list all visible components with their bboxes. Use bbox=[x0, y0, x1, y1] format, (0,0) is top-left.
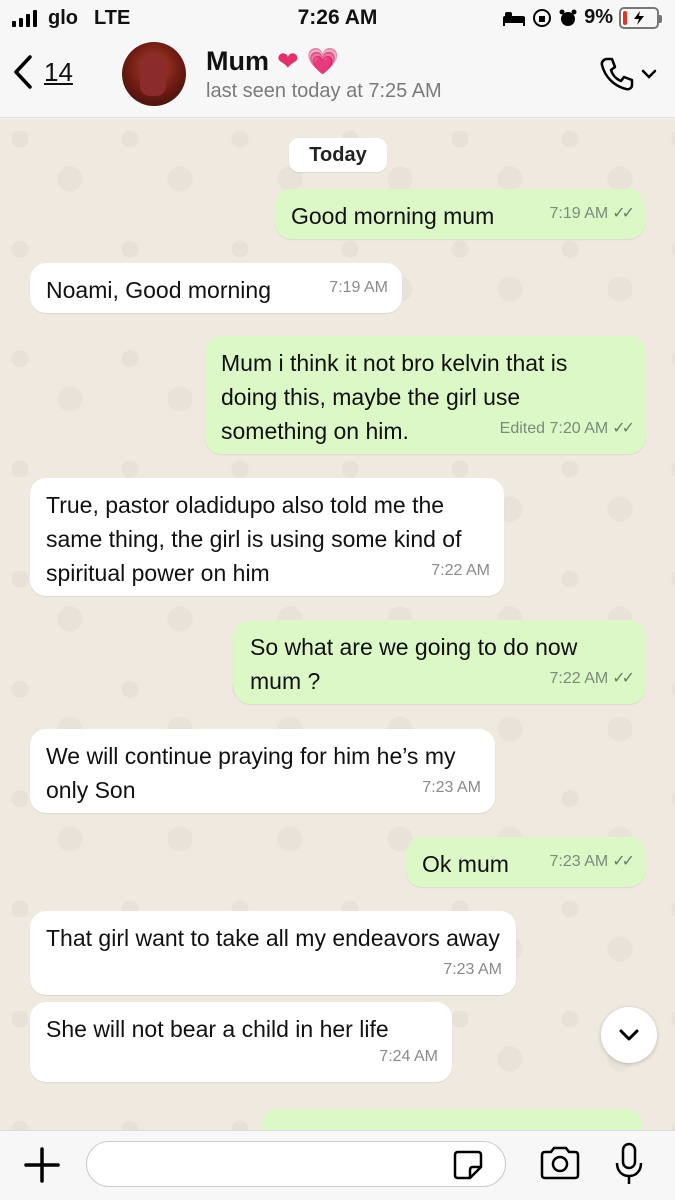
chevron-down-icon bbox=[619, 1029, 639, 1041]
message-time: 7:23 AM bbox=[443, 961, 502, 978]
scroll-down-button[interactable] bbox=[601, 1007, 657, 1063]
plus-icon bbox=[24, 1147, 60, 1183]
sticker-button[interactable] bbox=[452, 1149, 484, 1186]
message-text: True, pastor oladidupo also told me the … bbox=[46, 492, 462, 586]
message-text: So what are we going to do now mum ? bbox=[250, 634, 578, 694]
message-time: 7:19 AM bbox=[329, 279, 388, 296]
message-text: Ok mum bbox=[422, 851, 509, 877]
alarm-icon bbox=[559, 9, 577, 26]
message-bubble-outgoing[interactable]: Mum i think it not bro kelvin that is do… bbox=[205, 336, 645, 454]
message-time: 7:19 AM bbox=[549, 205, 609, 222]
read-receipt-icon: ✓✓ bbox=[612, 420, 635, 437]
message-time: 7:24 AM bbox=[379, 1048, 438, 1065]
message-meta: Edited 7:20 AM ✓✓ bbox=[499, 412, 635, 446]
message-meta: 7:23 AM ✓✓ bbox=[549, 845, 635, 879]
read-receipt-icon: ✓✓ bbox=[612, 853, 635, 870]
message-bubble-outgoing[interactable]: Good morning mum 7:19 AM ✓✓ bbox=[275, 189, 645, 239]
attach-button[interactable] bbox=[22, 1145, 62, 1190]
sparkling-heart-icon: 💗 bbox=[306, 46, 340, 76]
back-button[interactable]: 14 bbox=[12, 54, 73, 90]
message-time: 7:23 AM bbox=[549, 853, 609, 870]
chevron-left-icon bbox=[14, 55, 32, 89]
input-bar bbox=[0, 1130, 675, 1200]
call-button[interactable] bbox=[599, 56, 657, 92]
read-receipt-icon: ✓✓ bbox=[612, 670, 635, 687]
message-text: Noami, Good morning bbox=[46, 277, 271, 303]
message-time: 7:22 AM bbox=[549, 670, 609, 687]
chat-area[interactable]: Today Good morning mum 7:19 AM ✓✓ Noami, … bbox=[0, 119, 675, 1130]
camera-button[interactable] bbox=[538, 1145, 582, 1186]
message-bubble-incoming[interactable]: True, pastor oladidupo also told me the … bbox=[30, 478, 504, 596]
message-input[interactable] bbox=[86, 1141, 506, 1187]
microphone-icon bbox=[615, 1142, 643, 1184]
last-seen-status: last seen today at 7:25 AM bbox=[206, 80, 442, 102]
message-time: 7:23 AM bbox=[422, 779, 481, 796]
unread-count: 14 bbox=[44, 56, 73, 87]
status-icons: 9% bbox=[502, 6, 662, 29]
bed-icon bbox=[503, 11, 526, 26]
message-bubble-incoming[interactable]: That girl want to take all my endeavors … bbox=[30, 911, 516, 995]
message-bubble-incoming[interactable]: We will continue praying for him he’s my… bbox=[30, 729, 495, 813]
contact-name: Mum bbox=[206, 46, 269, 76]
phone-icon bbox=[600, 57, 634, 91]
sticker-icon bbox=[453, 1150, 483, 1180]
message-bubble-incoming[interactable]: She will not bear a child in her life 7:… bbox=[30, 1002, 452, 1082]
orientation-lock-icon bbox=[533, 8, 552, 27]
chat-header: 14 Mum ❤ 💗 last seen today at 7:25 AM bbox=[0, 38, 675, 118]
message-bubble-outgoing[interactable]: Ok mum 7:23 AM ✓✓ bbox=[406, 837, 645, 887]
message-meta: 7:24 AM bbox=[379, 1040, 438, 1074]
battery-icon bbox=[619, 6, 662, 29]
message-time: Edited 7:20 AM bbox=[499, 420, 609, 437]
read-receipt-icon: ✓✓ bbox=[612, 205, 635, 222]
message-meta: 7:19 AM bbox=[329, 271, 388, 305]
message-meta: 7:19 AM ✓✓ bbox=[549, 197, 635, 231]
message-text: We will continue praying for him he’s my… bbox=[46, 743, 456, 803]
date-separator: Today bbox=[289, 138, 387, 172]
chevron-down-icon bbox=[641, 69, 657, 79]
message-time: 7:22 AM bbox=[431, 562, 490, 579]
status-bar: glo LTE 7:26 AM 9% bbox=[0, 0, 675, 38]
contact-name-row[interactable]: Mum ❤ 💗 bbox=[206, 46, 339, 77]
message-bubble-outgoing[interactable]: So what are we going to do now mum ? 7:2… bbox=[234, 620, 645, 704]
message-meta: 7:22 AM ✓✓ bbox=[549, 662, 635, 696]
message-text: That girl want to take all my endeavors … bbox=[46, 925, 500, 951]
camera-icon bbox=[540, 1146, 580, 1180]
avatar[interactable] bbox=[122, 42, 186, 106]
message-text: She will not bear a child in her life bbox=[46, 1016, 389, 1042]
message-meta: 7:23 AM bbox=[422, 771, 481, 805]
bandaged-heart-icon: ❤ bbox=[277, 46, 299, 76]
message-meta: 7:23 AM bbox=[443, 953, 502, 987]
message-bubble-outgoing-partial[interactable] bbox=[262, 1109, 642, 1130]
message-bubble-incoming[interactable]: Noami, Good morning 7:19 AM bbox=[30, 263, 402, 313]
message-meta: 7:22 AM bbox=[431, 554, 490, 588]
microphone-button[interactable] bbox=[614, 1141, 644, 1192]
battery-percent: 9% bbox=[584, 6, 613, 28]
message-text: Good morning mum bbox=[291, 203, 495, 229]
